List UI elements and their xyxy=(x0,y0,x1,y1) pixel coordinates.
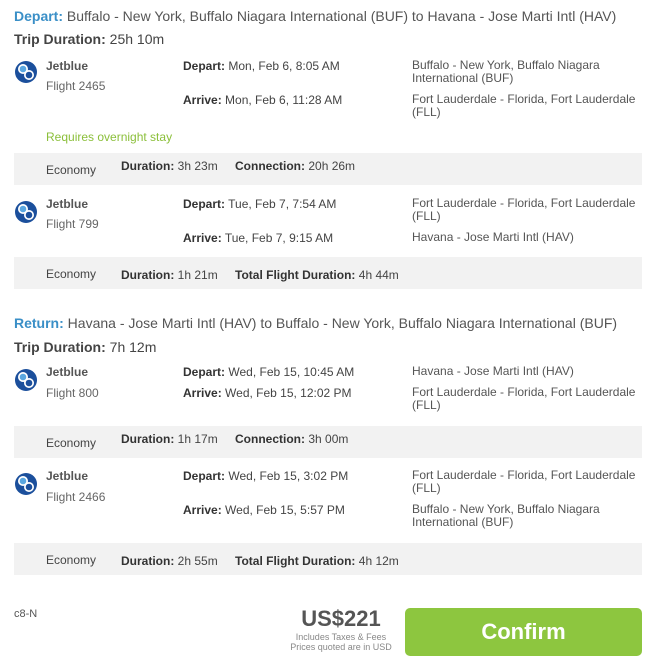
arrive-place: Fort Lauderdale - Florida, Fort Lauderda… xyxy=(412,385,636,412)
arrive-place: Havana - Jose Marti Intl (HAV) xyxy=(412,230,574,244)
depart-label: Depart: xyxy=(183,59,226,73)
flight-summary-bar: Economy Duration: 1h 21m Total Flight Du… xyxy=(14,257,642,289)
flight-summary-bar: Economy Duration: 3h 23m Connection: 20h… xyxy=(14,153,642,185)
cabin-class: Economy xyxy=(46,553,97,567)
duration: Duration: 1h 21m xyxy=(121,268,218,282)
airline-name: Jetblue xyxy=(46,59,89,73)
flight-summary-bar: Economy Duration: 1h 17m Connection: 3h … xyxy=(14,426,642,458)
airline-name: Jetblue xyxy=(46,469,89,483)
trip-duration-label: Trip Duration: xyxy=(14,339,106,355)
flight-number: Flight 800 xyxy=(46,386,99,400)
arrive-time: Tue, Feb 7, 9:15 AM xyxy=(224,231,334,245)
duration: Duration: 2h 55m xyxy=(121,554,218,568)
depart-time: Mon, Feb 6, 8:05 AM xyxy=(228,59,340,73)
arrive-time-row: Arrive: Wed, Feb 15, 5:57 PM xyxy=(183,503,345,517)
depart-time: Wed, Feb 15, 10:45 AM xyxy=(228,365,355,379)
depart-route: Buffalo - New York, Buffalo Niagara Inte… xyxy=(66,8,617,24)
flight-number: Flight 2465 xyxy=(46,79,106,93)
jetblue-logo-icon xyxy=(14,200,38,224)
depart-place: Fort Lauderdale - Florida, Fort Lauderda… xyxy=(412,196,636,223)
jetblue-logo-icon xyxy=(14,472,38,496)
arrive-time-row: Arrive: Tue, Feb 7, 9:15 AM xyxy=(183,231,333,245)
confirm-button[interactable]: Confirm xyxy=(405,608,642,656)
total-flight-duration: Total Flight Duration: 4h 12m xyxy=(235,554,399,568)
depart-keyword: Depart: xyxy=(14,8,64,24)
arrive-label: Arrive: xyxy=(183,386,222,400)
total-price: US$221 xyxy=(301,606,381,631)
arrive-place: Buffalo - New York, Buffalo Niagara Inte… xyxy=(412,502,600,529)
return-keyword: Return: xyxy=(14,315,64,331)
depart-heading: Depart: Buffalo - New York, Buffalo Niag… xyxy=(14,8,616,24)
depart-place: Buffalo - New York, Buffalo Niagara Inte… xyxy=(412,58,600,85)
return-trip-duration: Trip Duration: 7h 12m xyxy=(14,339,156,355)
arrive-time: Wed, Feb 15, 5:57 PM xyxy=(225,503,345,517)
arrive-time-row: Arrive: Wed, Feb 15, 12:02 PM xyxy=(183,386,352,400)
airline-name: Jetblue xyxy=(46,365,89,379)
depart-time-row: Depart: Wed, Feb 15, 10:45 AM xyxy=(183,365,354,379)
duration: Duration: 1h 17m xyxy=(121,432,218,446)
trip-duration-value: 25h 10m xyxy=(109,31,165,47)
depart-time: Wed, Feb 15, 3:02 PM xyxy=(228,469,349,483)
depart-label: Depart: xyxy=(183,365,226,379)
overnight-note: Requires overnight stay xyxy=(46,130,173,144)
cabin-class: Economy xyxy=(46,163,97,177)
arrive-label: Arrive: xyxy=(183,503,222,517)
duration: Duration: 3h 23m xyxy=(121,159,218,173)
depart-label: Depart: xyxy=(183,197,226,211)
cabin-class: Economy xyxy=(46,436,97,450)
currency-note: Prices quoted are in USD xyxy=(290,642,392,652)
jetblue-logo-icon xyxy=(14,368,38,392)
depart-place: Fort Lauderdale - Florida, Fort Lauderda… xyxy=(412,468,636,495)
trip-duration-label: Trip Duration: xyxy=(14,31,106,47)
taxes-note: Includes Taxes & Fees xyxy=(295,632,387,642)
depart-label: Depart: xyxy=(183,469,226,483)
connection: Connection: 20h 26m xyxy=(235,159,356,173)
airline-name: Jetblue xyxy=(46,197,89,211)
trip-duration-value: 7h 12m xyxy=(109,339,157,355)
depart-time: Tue, Feb 7, 7:54 AM xyxy=(228,197,337,211)
connection: Connection: 3h 00m xyxy=(235,432,349,446)
cabin-class: Economy xyxy=(46,267,97,281)
depart-time-row: Depart: Tue, Feb 7, 7:54 AM xyxy=(183,197,336,211)
arrive-label: Arrive: xyxy=(183,93,222,107)
arrive-time: Mon, Feb 6, 11:28 AM xyxy=(225,93,343,107)
depart-place: Havana - Jose Marti Intl (HAV) xyxy=(412,364,574,378)
depart-time-row: Depart: Wed, Feb 15, 3:02 PM xyxy=(183,469,348,483)
depart-trip-duration: Trip Duration: 25h 10m xyxy=(14,31,164,47)
return-heading: Return: Havana - Jose Marti Intl (HAV) t… xyxy=(14,315,617,331)
fare-code: c8-N xyxy=(14,608,38,620)
flight-number: Flight 2466 xyxy=(46,490,106,504)
flight-number: Flight 799 xyxy=(46,217,99,231)
arrive-time-row: Arrive: Mon, Feb 6, 11:28 AM xyxy=(183,93,342,107)
return-route: Havana - Jose Marti Intl (HAV) to Buffal… xyxy=(67,315,618,331)
price-block: US$221 Includes Taxes & Fees Prices quot… xyxy=(286,606,396,652)
jetblue-logo-icon xyxy=(14,60,38,84)
total-flight-duration: Total Flight Duration: 4h 44m xyxy=(235,268,399,282)
arrive-label: Arrive: xyxy=(183,231,222,245)
arrive-place: Fort Lauderdale - Florida, Fort Lauderda… xyxy=(412,92,636,119)
depart-time-row: Depart: Mon, Feb 6, 8:05 AM xyxy=(183,59,340,73)
flight-summary-bar: Economy Duration: 2h 55m Total Flight Du… xyxy=(14,543,642,575)
arrive-time: Wed, Feb 15, 12:02 PM xyxy=(225,386,352,400)
